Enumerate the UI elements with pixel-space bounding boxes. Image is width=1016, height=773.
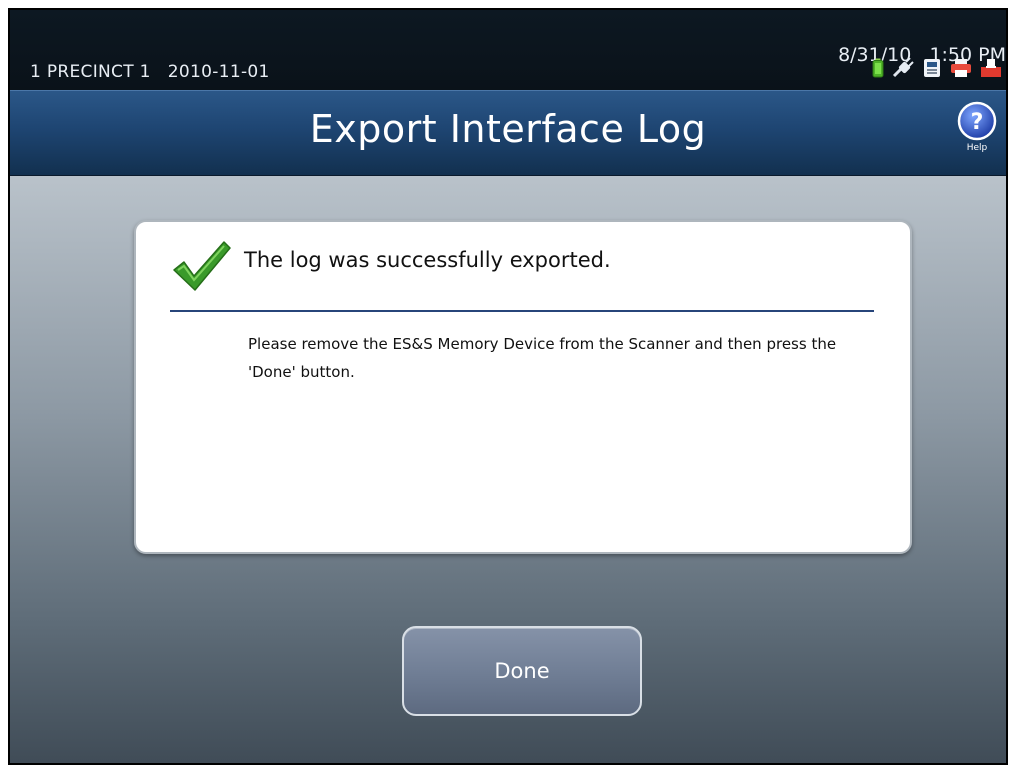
message-dialog: The log was successfully exported. Pleas…	[134, 220, 912, 554]
battery-icon	[872, 58, 884, 78]
dialog-message: Please remove the ES&S Memory Device fro…	[248, 335, 837, 381]
title-bar: Export Interface Log ? Help	[10, 90, 1006, 177]
dialog-heading: The log was successfully exported.	[244, 248, 611, 272]
precinct-label: 1 PRECINCT 1 2010-11-01	[30, 62, 270, 82]
ballot-box-icon	[980, 58, 1002, 78]
status-icons	[872, 58, 1002, 78]
help-button[interactable]: ? Help	[954, 101, 1000, 165]
memory-device-icon	[922, 58, 942, 78]
power-plug-icon	[892, 58, 914, 78]
divider	[170, 310, 874, 312]
done-button[interactable]: Done	[402, 626, 642, 716]
svg-text:?: ?	[971, 110, 984, 135]
datetime: 8/31/10 1:50 PM	[802, 22, 1006, 88]
content-area: The log was successfully exported. Pleas…	[10, 176, 1006, 763]
status-bar: 1 PRECINCT 1 2010-11-01 8/31/10 1:50 PM	[10, 10, 1006, 90]
printer-icon	[950, 58, 972, 78]
checkmark-icon	[170, 236, 232, 298]
page-title: Export Interface Log	[309, 107, 707, 151]
scanner-screen: 1 PRECINCT 1 2010-11-01 8/31/10 1:50 PM	[8, 8, 1008, 765]
